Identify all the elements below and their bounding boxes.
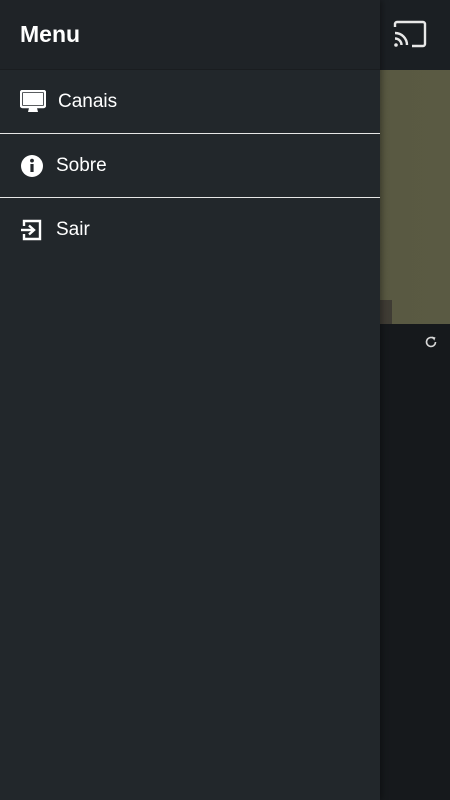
info-icon	[20, 153, 46, 179]
cast-button[interactable]	[390, 16, 430, 56]
drawer-header: Menu	[0, 0, 380, 70]
drawer-title: Menu	[20, 21, 81, 47]
refresh-button[interactable]	[422, 335, 440, 353]
menu-item-sair[interactable]: Sair	[0, 198, 380, 262]
menu-item-canais[interactable]: Canais	[0, 70, 380, 134]
menu-item-sobre[interactable]: Sobre	[0, 134, 380, 198]
exit-icon	[20, 217, 46, 243]
video-frame-detail	[380, 300, 392, 324]
menu-item-label: Sobre	[56, 154, 107, 176]
menu-item-label: Canais	[58, 90, 118, 112]
menu-item-label: Sair	[56, 219, 90, 240]
monitor-icon	[20, 89, 46, 115]
refresh-icon	[424, 335, 438, 354]
navigation-drawer: Menu Canais Sobre Sair	[0, 0, 380, 800]
cast-icon	[392, 19, 428, 54]
